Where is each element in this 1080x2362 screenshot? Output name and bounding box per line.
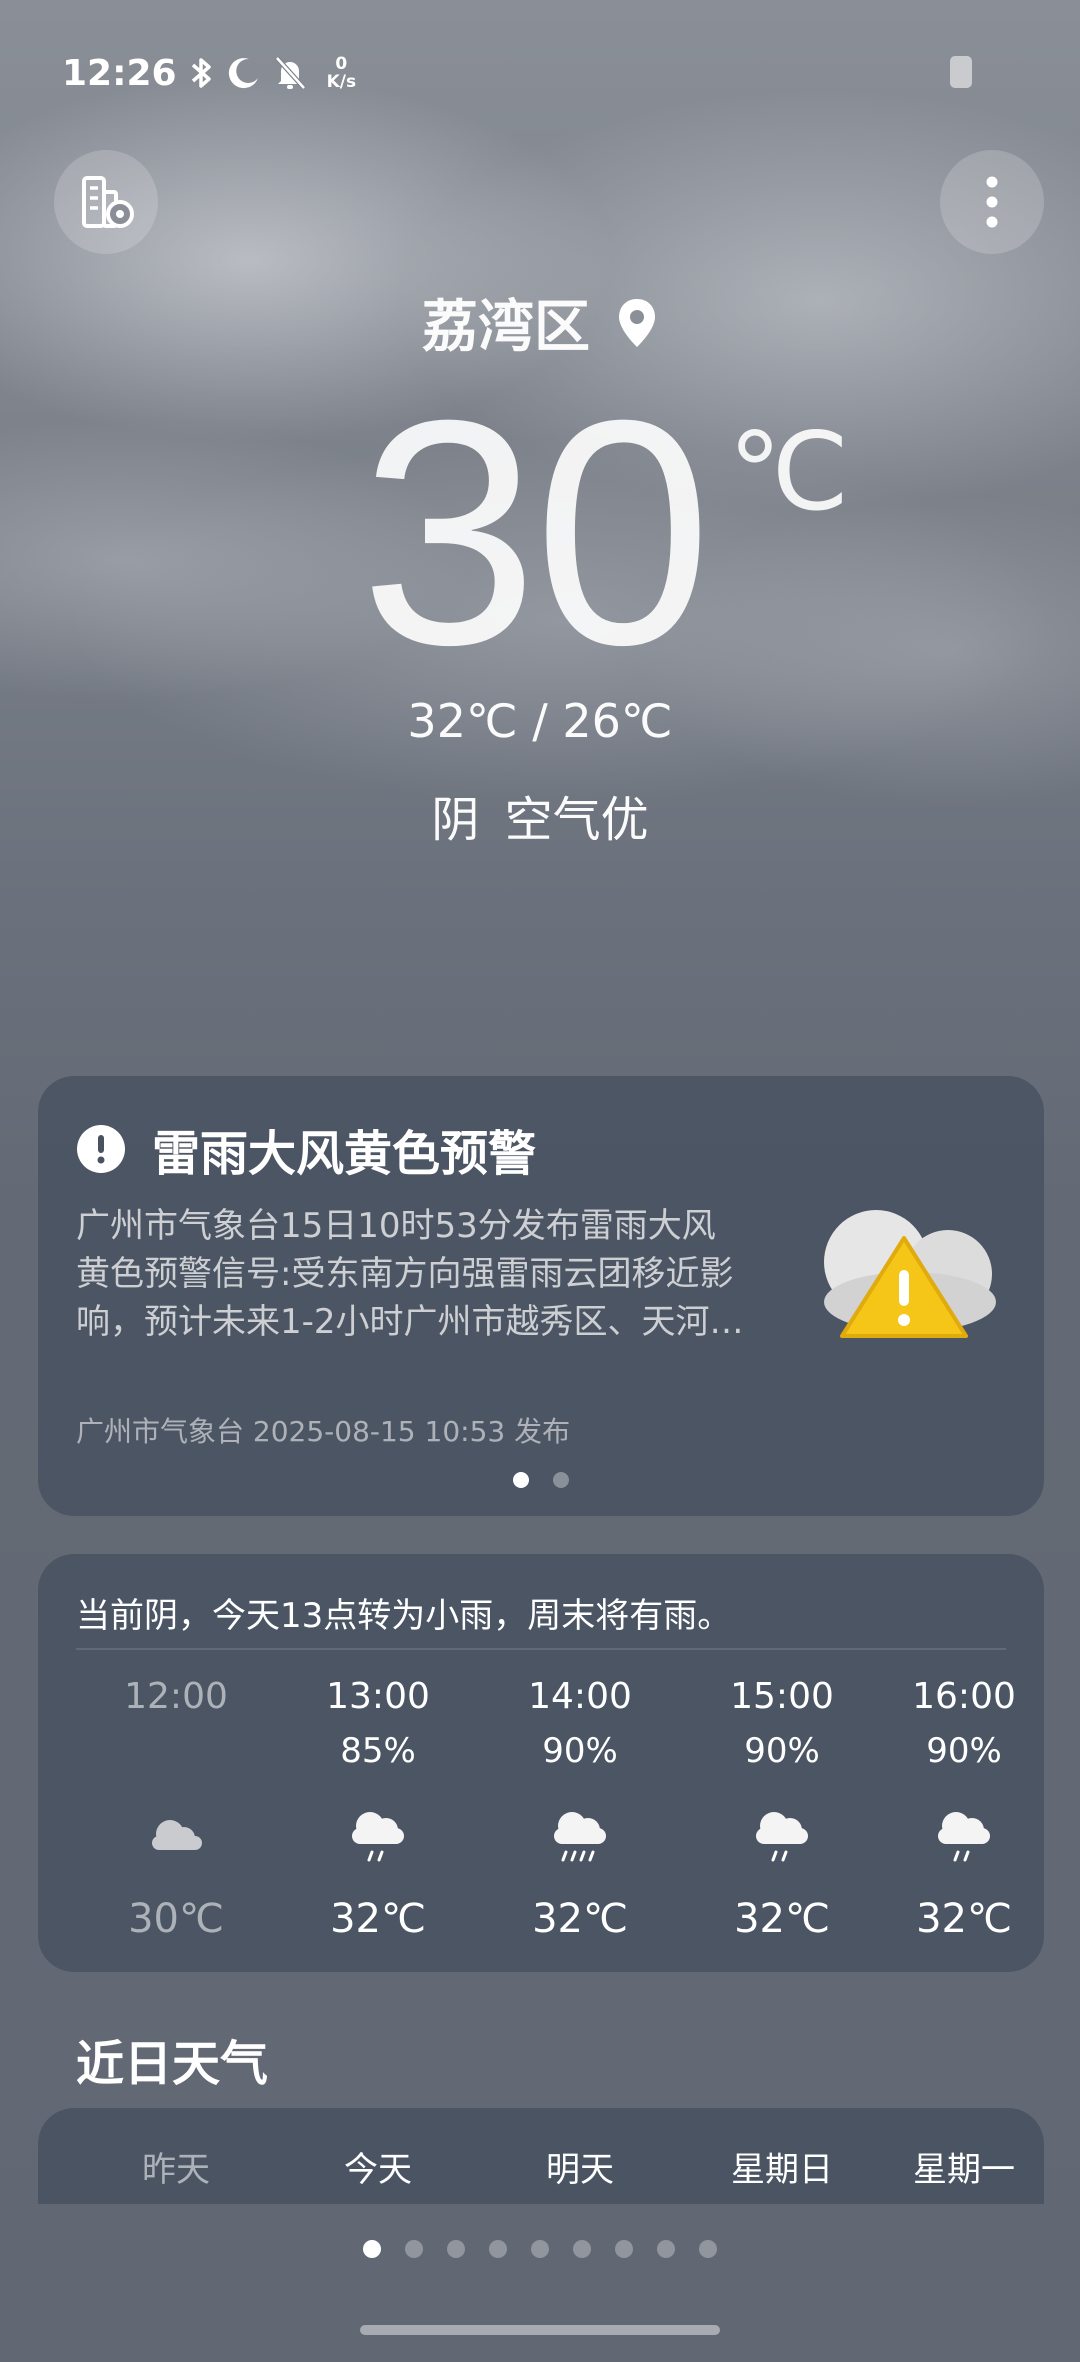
hour-time: 12:00 xyxy=(124,1676,228,1717)
city-page-dot[interactable] xyxy=(447,2240,465,2258)
city-manage-button[interactable] xyxy=(54,150,158,254)
hour-time: 15:00 xyxy=(730,1676,834,1717)
hour-precipitation: 90% xyxy=(744,1731,820,1771)
moderate-rain-icon xyxy=(554,1812,606,1862)
status-bar: 12:26 0 K/s xyxy=(62,48,356,98)
city-page-dot[interactable] xyxy=(405,2240,423,2258)
hour-time: 16:00 xyxy=(912,1676,1016,1717)
alert-title: 雷雨大风黄色预警 xyxy=(152,1126,537,1182)
cloudy-icon xyxy=(152,1820,202,1850)
day-label: 今天 xyxy=(344,2150,412,2190)
hour-time: 13:00 xyxy=(326,1676,430,1717)
hour-time: 14:00 xyxy=(528,1676,632,1717)
light-rain-icon xyxy=(352,1812,404,1862)
city-page-dot[interactable] xyxy=(489,2240,507,2258)
alert-page-dot-active[interactable] xyxy=(513,1472,529,1488)
city-page-dot[interactable] xyxy=(615,2240,633,2258)
hour-item: 13:00 85% 32℃ xyxy=(278,1674,478,1942)
alert-source: 广州市气象台 2025-08-15 10:53 发布 xyxy=(76,1415,571,1448)
day-label: 明天 xyxy=(546,2150,614,2190)
city-page-dot[interactable] xyxy=(531,2240,549,2258)
recent-weather-title: 近日天气 xyxy=(76,2036,269,2092)
current-temperature: 30 xyxy=(360,353,712,711)
storm-warning-icon xyxy=(824,1210,996,1338)
temperature-range: 32℃ / 26℃ xyxy=(407,694,673,748)
alert-page-dot[interactable] xyxy=(553,1472,569,1488)
network-speed-value: 0 xyxy=(335,54,348,74)
day-label: 星期日 xyxy=(731,2150,833,2190)
more-vert-icon xyxy=(986,176,998,228)
alert-header: 雷雨大风黄色预警 xyxy=(76,1114,536,1184)
city-settings-icon xyxy=(82,176,134,228)
alert-pager-dots xyxy=(38,1472,1044,1488)
hour-precipitation: 85% xyxy=(340,1731,416,1771)
city-page-dot[interactable] xyxy=(699,2240,717,2258)
home-indicator[interactable] xyxy=(360,2325,720,2335)
weather-alert-card[interactable]: 雷雨大风黄色预警 广州市气象台15日10时53分发布雷雨大风 黄色预警信号:受东… xyxy=(38,1076,1044,1516)
day-label: 星期一 xyxy=(913,2150,1015,2190)
day-label: 昨天 xyxy=(142,2150,210,2190)
bell-off-icon xyxy=(273,55,307,91)
alert-exclamation-icon xyxy=(77,1125,125,1173)
hourly-list[interactable]: 12:00 30℃ 13:00 85% 32℃ 14:00 90% 32℃ 15… xyxy=(38,1674,1044,1954)
status-time: 12:26 xyxy=(62,52,177,94)
hour-precipitation: 90% xyxy=(542,1731,618,1771)
hour-precipitation: 90% xyxy=(926,1731,1002,1771)
city-page-dot-active[interactable] xyxy=(363,2240,381,2258)
hour-item: 12:00 30℃ xyxy=(76,1674,276,1942)
daily-forecast-card[interactable]: 昨天 今天 明天 星期日 星期一 xyxy=(38,2108,1044,2204)
hour-item: 14:00 90% 32℃ xyxy=(480,1674,680,1942)
location-name: 荔湾区 xyxy=(422,295,590,360)
hour-temperature: 30℃ xyxy=(128,1896,224,1942)
alert-description: 广州市气象台15日10时53分发布雷雨大风 黄色预警信号:受东南方向强雷雨云团移… xyxy=(76,1202,796,1346)
hour-item: 15:00 90% 32℃ xyxy=(682,1674,882,1942)
location-pin-icon xyxy=(619,298,655,347)
hour-temperature: 32℃ xyxy=(734,1896,830,1942)
hour-temperature: 32℃ xyxy=(532,1896,628,1942)
hourly-forecast-card[interactable]: 当前阴，今天13点转为小雨，周末将有雨。 12:00 30℃ 13:00 85%… xyxy=(38,1554,1044,1972)
weather-condition: 阴 空气优 xyxy=(431,792,649,848)
network-speed-unit: K/s xyxy=(326,72,357,92)
alert-line: 广州市气象台15日10时53分发布雷雨大风 xyxy=(76,1206,716,1246)
city-page-dot[interactable] xyxy=(657,2240,675,2258)
light-rain-icon xyxy=(938,1812,990,1862)
alert-line: 黄色预警信号:受东南方向强雷雨云团移近影 xyxy=(76,1254,734,1294)
hour-item: 16:00 90% 32℃ xyxy=(884,1674,1044,1942)
alert-line: 响，预计未来1-2小时广州市越秀区、天河… xyxy=(76,1302,744,1342)
bluetooth-icon xyxy=(189,55,215,91)
city-page-dot[interactable] xyxy=(573,2240,591,2258)
hour-temperature: 32℃ xyxy=(916,1896,1012,1942)
location-header[interactable]: 荔湾区 xyxy=(0,282,1080,363)
temperature-unit: ℃ xyxy=(728,411,850,532)
moon-icon xyxy=(227,56,261,90)
hour-temperature: 32℃ xyxy=(330,1896,426,1942)
forecast-summary: 当前阴，今天13点转为小雨，周末将有雨。 xyxy=(76,1596,732,1636)
light-rain-icon xyxy=(756,1812,808,1862)
network-speed: 0 K/s xyxy=(327,55,357,91)
more-options-button[interactable] xyxy=(940,150,1044,254)
city-pager-dots xyxy=(0,2240,1080,2258)
battery-icon xyxy=(950,56,972,88)
divider xyxy=(76,1648,1006,1650)
